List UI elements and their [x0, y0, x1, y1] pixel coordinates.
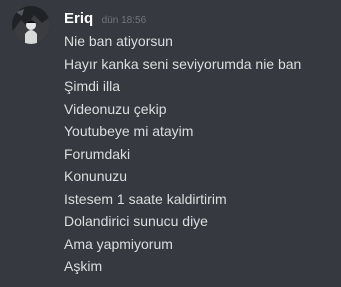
message-line: Forumdaki — [64, 145, 131, 162]
message-line: Hayır kanka seni seviyorumda nie ban — [64, 55, 302, 72]
message-line: Konunuzu — [64, 168, 128, 184]
message-line: Youtubeye mi atayim — [64, 123, 194, 139]
message-header: Eriq dün 18:56 — [64, 10, 146, 30]
message-lines: Nie ban atiyorsun Hayır kanka seni seviy… — [64, 33, 301, 281]
message-line: Ama yapmiyorum — [64, 235, 173, 252]
username[interactable]: Eriq — [64, 10, 93, 27]
avatar[interactable] — [12, 6, 50, 44]
message-line: Şimdi illa — [64, 78, 121, 94]
message-line: Nie ban atiyorsun — [64, 33, 173, 49]
message-line: Istesem 1 saate kaldirtirim — [64, 190, 227, 207]
timestamp: dün 18:56 — [101, 15, 147, 26]
message-line: Dolandirici sunucu diye — [64, 213, 208, 229]
chat-message: Eriq dün 18:56 Nie ban atiyorsun Hayır k… — [0, 0, 341, 287]
message-line: Videonuzu çekip — [64, 100, 167, 117]
message-line: Aşkim — [64, 258, 103, 274]
user-avatar-icon — [12, 6, 50, 44]
